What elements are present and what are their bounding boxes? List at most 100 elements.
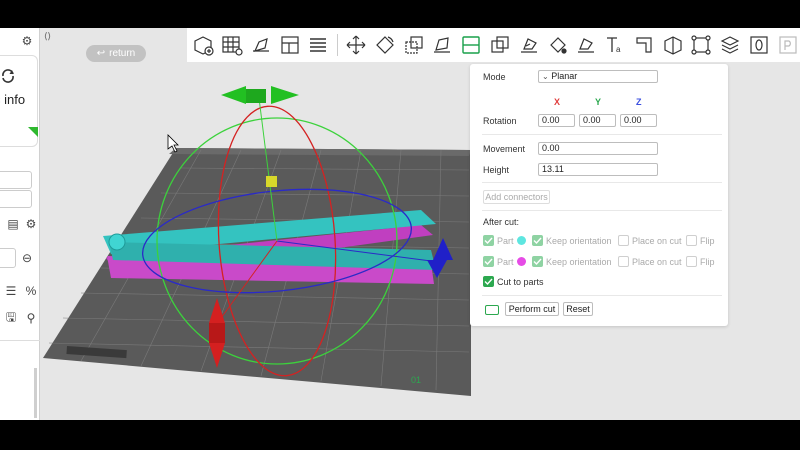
height-label: Height: [483, 165, 510, 175]
orient-icon[interactable]: [249, 33, 274, 58]
app-window: ⚙ c info ▤ ⚙ ⊖ ☰ % 🖫 ⚲: [0, 28, 800, 420]
save-icon[interactable]: 🖫: [4, 310, 18, 325]
arrange-grid-icon[interactable]: [220, 33, 245, 58]
flip-label: Flip: [700, 236, 715, 246]
axis-label-x: X: [554, 97, 561, 107]
gear-icon[interactable]: ⚙: [20, 34, 34, 48]
plate-number: 01: [411, 375, 421, 385]
lay-on-face-icon[interactable]: [430, 33, 455, 58]
keep-orientation-label: Keep orientation: [546, 236, 612, 246]
cut-panel: Mode ⌄ Planar X Y Z Rotation 0.00 0.00 0…: [470, 64, 728, 326]
gear-icon[interactable]: ⚙: [24, 217, 38, 231]
height-input[interactable]: 13.11: [538, 163, 658, 176]
cut-to-parts-checkbox[interactable]: [483, 276, 494, 287]
sidebar-scrollbar[interactable]: [34, 368, 37, 418]
part-color-dot: [517, 236, 526, 245]
divider: [482, 182, 722, 183]
y-axis-handle: [246, 89, 266, 103]
card-label: c info: [0, 92, 26, 107]
collapse-panel-icon[interactable]: ⟨⟩: [44, 31, 51, 42]
layers-icon[interactable]: [306, 33, 331, 58]
part-label: Part: [497, 236, 514, 246]
sidebar-list-row: ☰ %: [0, 284, 40, 298]
sidebar-top-row: ⚙: [0, 34, 40, 48]
center-handle: [266, 176, 277, 187]
place-on-cut-checkbox[interactable]: [618, 256, 629, 267]
view-icon[interactable]: [689, 33, 714, 58]
layout-icon[interactable]: [277, 33, 302, 58]
sync-icon: [2, 69, 14, 83]
svg-text:a: a: [616, 45, 621, 54]
plate-number-icon[interactable]: [747, 33, 772, 58]
keep-orientation-checkbox[interactable]: [532, 235, 543, 246]
sidebar-field[interactable]: [0, 190, 32, 208]
sidebar-divider: [0, 340, 40, 341]
mode-select[interactable]: ⌄ Planar: [538, 70, 658, 83]
movement-input[interactable]: 0.00: [538, 142, 658, 155]
chevron-down-icon: ⌄: [542, 72, 549, 81]
plate-corner-marker: [28, 127, 38, 137]
divider: [482, 295, 722, 296]
more-icon[interactable]: [775, 33, 800, 58]
keyboard-icon[interactable]: [485, 305, 499, 315]
after-cut-label: After cut:: [483, 217, 520, 227]
flip-label: Flip: [700, 257, 715, 267]
sidebar-minus-row: ⊖: [0, 251, 40, 265]
sidebar-save-row: 🖫 ⚲: [0, 310, 40, 326]
add-connectors-button[interactable]: Add connectors: [483, 190, 550, 204]
part-checkbox[interactable]: [483, 235, 494, 246]
perform-cut-button[interactable]: Perform cut: [505, 302, 559, 316]
keep-orientation-label: Keep orientation: [546, 257, 612, 267]
stack-icon[interactable]: [718, 33, 743, 58]
divider: [482, 134, 722, 135]
toolbar-separator: [336, 34, 338, 56]
cut-to-parts-label: Cut to parts: [497, 277, 544, 287]
rotate-icon[interactable]: [373, 33, 398, 58]
list-icon[interactable]: ☰: [4, 284, 18, 298]
movement-label: Movement: [483, 144, 526, 154]
search-icon[interactable]: ⚲: [24, 311, 38, 325]
keep-orientation-checkbox[interactable]: [532, 256, 543, 267]
part-color-dot: [517, 257, 526, 266]
plate-icon[interactable]: ▤: [6, 217, 20, 231]
place-on-cut-checkbox[interactable]: [618, 235, 629, 246]
reset-button[interactable]: Reset: [563, 302, 593, 316]
scale-icon[interactable]: [401, 33, 426, 58]
support-paint-icon[interactable]: [516, 33, 541, 58]
return-arrow-icon: ↩: [96, 48, 106, 59]
top-toolbar: a: [187, 28, 800, 62]
assembly-icon[interactable]: [660, 33, 685, 58]
place-on-cut-label: Place on cut: [632, 236, 682, 246]
sidebar-field[interactable]: [0, 171, 32, 189]
divider: [482, 210, 722, 211]
mode-label: Mode: [483, 72, 506, 82]
seam-paint-icon[interactable]: [545, 33, 570, 58]
flip-checkbox[interactable]: [686, 256, 697, 267]
x-axis-handle: [209, 323, 225, 343]
mouse-cursor: [167, 134, 179, 153]
return-button[interactable]: ↩ return: [86, 45, 146, 62]
axis-label-y: Y: [595, 97, 602, 107]
color-paint-icon[interactable]: [574, 33, 599, 58]
return-label: return: [109, 48, 136, 59]
percent-icon[interactable]: %: [24, 284, 38, 298]
part-checkbox[interactable]: [483, 256, 494, 267]
rotation-z-input[interactable]: 0.00: [620, 114, 657, 127]
part-label: Part: [497, 257, 514, 267]
flip-checkbox[interactable]: [686, 235, 697, 246]
rotation-y-input[interactable]: 0.00: [579, 114, 616, 127]
text-icon[interactable]: a: [603, 33, 628, 58]
move-icon[interactable]: [344, 33, 369, 58]
cut-icon[interactable]: [459, 33, 484, 58]
add-icon[interactable]: [191, 33, 216, 58]
mode-value: Planar: [551, 71, 578, 81]
axis-label-z: Z: [636, 97, 642, 107]
boolean-icon[interactable]: [488, 33, 513, 58]
left-sidebar: ⚙ c info ▤ ⚙ ⊖ ☰ % 🖫 ⚲: [0, 28, 40, 420]
place-on-cut-label: Place on cut: [632, 257, 682, 267]
circle-minus-icon[interactable]: ⊖: [20, 251, 34, 265]
rotation-x-input[interactable]: 0.00: [538, 114, 575, 127]
rotation-label: Rotation: [483, 116, 517, 126]
sidebar-plate-row: ▤ ⚙: [0, 217, 40, 231]
measure-icon[interactable]: [631, 33, 656, 58]
